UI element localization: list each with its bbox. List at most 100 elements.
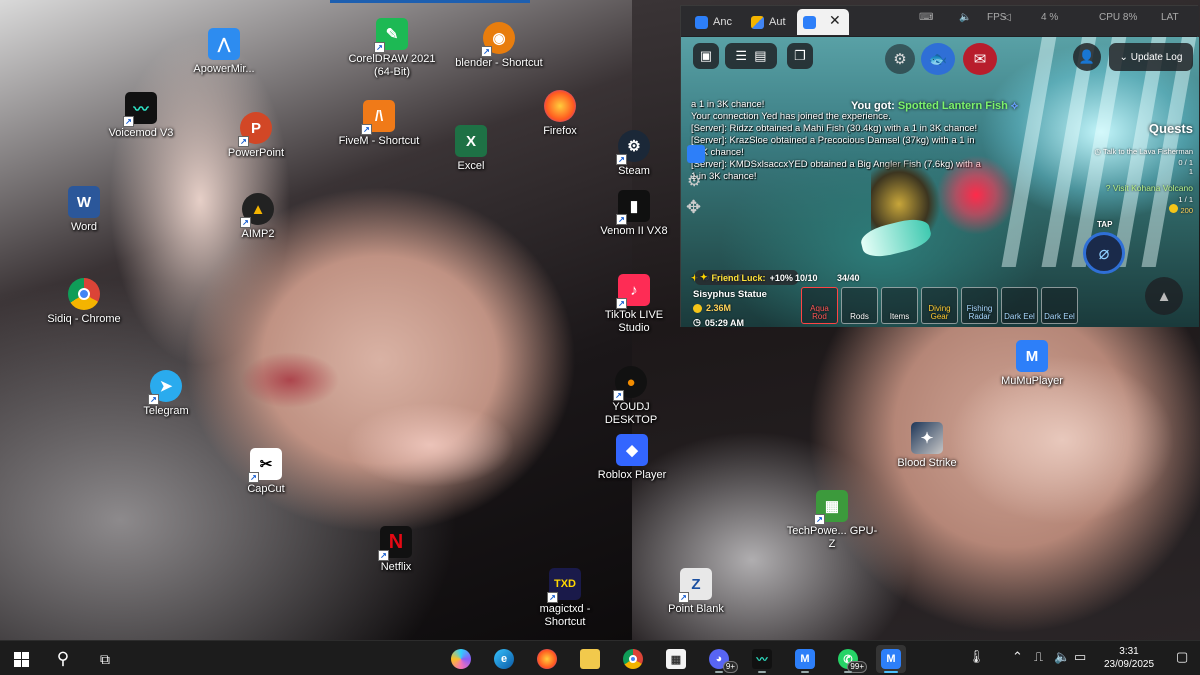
wallpaper-top-strip (330, 0, 530, 3)
emulator-window[interactable]: Anc Aut ✕ ⌨ 🔈 FPS ◁ 4 % CPU 8% LAT ▣ ☰ ▤… (680, 5, 1199, 327)
desktop-icon-telegram[interactable]: ➤ ↗ Telegram (120, 370, 212, 418)
desktop-icon-voicemod[interactable]: 〰 ↗ Voicemod V3 (95, 92, 187, 140)
desktop-icon-mumuplayer[interactable]: M MuMuPlayer (986, 340, 1078, 388)
fishing-effect (936, 155, 1016, 235)
hotbar-slot-diving-gear[interactable]: Diving Gear (921, 287, 958, 324)
fish-index-button[interactable]: 🐟 (921, 43, 955, 75)
mumu-tab-icon (695, 15, 708, 29)
desktop-icon-youdj[interactable]: ● ↗ YOUDJ DESKTOP (585, 366, 677, 427)
tab-1[interactable]: Anc (689, 9, 735, 35)
chat-line: [Server]: Ridzz obtained a Mahi Fish (30… (691, 123, 978, 134)
desktop-icon-point-blank[interactable]: Z ↗ Point Blank (650, 568, 742, 616)
hotbar-slot-aqua-rod[interactable]: Aqua Rod (801, 287, 838, 324)
overlay-gear-icon[interactable]: ⚙ (687, 171, 701, 191)
system-clock[interactable]: 3:31 23/09/2025 (1090, 645, 1168, 671)
hotbar-slot-rods[interactable]: Rods (841, 287, 878, 324)
blender-icon: ◉ ↗ (481, 22, 515, 57)
taskbar-file-explorer[interactable] (575, 645, 605, 673)
taskbar-mumuplayer-active[interactable]: M (876, 645, 906, 673)
desktop-icon-tiktok-live[interactable]: ♪ ↗ TikTok LIVE Studio (588, 274, 680, 335)
taskbar-store[interactable]: ▦ (661, 645, 691, 673)
desktop-icon-netflix[interactable]: N ↗ Netflix (350, 526, 442, 574)
taskbar: ⚲ ⧉ e ▦ ◕ 9+ 〰 M ✆ 99+ M 🌡 ⌃ ⎍ 🔈 ▭ 3:31 … (0, 640, 1200, 675)
desktop-icon-capcut[interactable]: ✂ ↗ CapCut (220, 448, 312, 496)
start-button[interactable] (6, 645, 36, 673)
quest-2[interactable]: ? Visit Kohana Volcano (1106, 183, 1193, 193)
shop-icon: ✉ (973, 51, 987, 68)
roblox-menu-button[interactable]: ▣ (693, 43, 719, 69)
chat-line: Your connection Yed has joined the exper… (691, 111, 891, 122)
jump-button[interactable]: ▲ (1145, 277, 1183, 315)
clock-date: 23/09/2025 (1103, 659, 1155, 670)
desktop-icon-chrome[interactable]: Sidiq - Chrome (38, 278, 130, 326)
keyboard-icon[interactable]: ⌨ (919, 12, 933, 23)
desktop-icon-excel[interactable]: X Excel (425, 125, 517, 173)
firefox-icon (537, 649, 557, 669)
windows-logo-icon (13, 651, 29, 667)
desktop-icon-coreldraw[interactable]: ✎ ↗ CorelDRAW 2021 (64-Bit) (346, 18, 438, 79)
search-button[interactable]: ⚲ (48, 645, 78, 673)
backpack-button[interactable]: ❐ (787, 43, 813, 69)
quest-1[interactable]: ◷ Talk to the Lava Fisherman (1094, 147, 1193, 156)
notification-icon[interactable]: ▢ (1176, 649, 1188, 665)
hotbar-slot-items[interactable]: Items (881, 287, 918, 324)
menu-chat-button-group[interactable]: ☰ ▤ (725, 43, 777, 69)
monitor-icon[interactable]: ▭ (1074, 649, 1086, 665)
taskbar-edge[interactable]: e (489, 645, 519, 673)
hotbar-slot-dark-eel-2[interactable]: Dark Eel (1041, 287, 1078, 324)
tab-2[interactable]: Aut (745, 9, 793, 35)
settings-button[interactable]: ⚙ (885, 44, 915, 74)
taskbar-voicemod[interactable]: 〰 (747, 645, 777, 673)
desktop-icon-gpu-z[interactable]: ▦ ↗ TechPowe... GPU-Z (786, 490, 878, 551)
desktop-icon-fivem[interactable]: /\ ↗ FiveM - Shortcut (333, 100, 425, 148)
desktop-icon-blender[interactable]: ◉ ↗ blender - Shortcut (453, 22, 545, 70)
update-log-button[interactable]: ⌄ Update Log (1109, 43, 1193, 71)
coin-icon (693, 303, 702, 313)
desktop-icon-venom[interactable]: ▮ ↗ Venom II VX8 (588, 190, 680, 238)
fish-icon: 🐟 (928, 51, 948, 68)
desktop-icon-word[interactable]: W Word (38, 186, 130, 234)
game-viewport[interactable]: ▣ ☰ ▤ ❐ ⚙ 🐟 ✉ 👤 ⌄ Update Log You got: Sp… (681, 37, 1199, 327)
desktop-icon-apowermirror[interactable]: ⋀ ApowerMir... (178, 28, 270, 76)
time-readout: ◷ 05:29 AM (693, 317, 745, 327)
desktop-icon-steam[interactable]: ⚙ ↗ Steam (588, 130, 680, 178)
desktop-icon-blood-strike[interactable]: ✦ Blood Strike (881, 422, 973, 470)
tiktok-live-icon: ♪ ↗ (616, 274, 650, 309)
chrome-icon (68, 278, 100, 310)
taskbar-mumuplayer[interactable]: M (790, 645, 820, 673)
taskbar-whatsapp[interactable]: ✆ 99+ (833, 645, 867, 673)
players-button[interactable]: 👤 (1073, 43, 1101, 71)
taskbar-copilot[interactable] (446, 645, 476, 673)
taskbar-chrome[interactable] (618, 645, 648, 673)
task-view-button[interactable]: ⧉ (90, 645, 120, 673)
hotbar-slot-fishing-radar[interactable]: Fishing Radar (961, 287, 998, 324)
latency-readout: LAT (1161, 12, 1179, 23)
desktop-icon-powerpoint[interactable]: P ↗ PowerPoint (210, 112, 302, 160)
hotbar-slot-dark-eel-1[interactable]: Dark Eel (1001, 287, 1038, 324)
tab-3-active[interactable] (797, 9, 849, 35)
back-icon[interactable]: ◁ (1003, 12, 1011, 23)
venom-icon: ▮ ↗ (616, 190, 650, 225)
close-tab-icon[interactable]: ✕ (829, 13, 841, 27)
gpu-z-icon: ▦ ↗ (814, 490, 848, 525)
counter-b: 34/40 (837, 273, 860, 283)
temperature-icon[interactable]: 🌡 (968, 649, 985, 665)
location-name: Sisyphus Statue (693, 289, 767, 300)
desktop-icon-magictxd[interactable]: TXD ↗ magictxd - Shortcut (519, 568, 611, 629)
chevron-up-icon[interactable]: ⌃ (1012, 649, 1023, 665)
cast-button[interactable]: ⌀ (1083, 232, 1125, 274)
tap-label: TAP (1097, 220, 1113, 229)
aimp-icon: ▲ ↗ (240, 193, 274, 228)
desktop-icon-aimp2[interactable]: ▲ ↗ AIMP2 (212, 193, 304, 241)
speaker-icon[interactable]: 🔈 (1054, 649, 1070, 665)
overlay-blue-button[interactable] (687, 145, 705, 163)
overlay-move-icon[interactable]: ✥ (686, 197, 701, 218)
taskbar-discord[interactable]: ◕ 9+ (704, 645, 738, 673)
headset-icon[interactable]: ⎍ (1034, 649, 1043, 665)
desktop-icon-roblox[interactable]: ◆ Roblox Player (586, 434, 678, 482)
powerpoint-icon: P ↗ (238, 112, 272, 147)
taskbar-firefox[interactable] (532, 645, 562, 673)
shop-button[interactable]: ✉ (963, 43, 997, 75)
store-icon: ▦ (666, 649, 686, 669)
volume-icon[interactable]: 🔈 (959, 12, 971, 23)
